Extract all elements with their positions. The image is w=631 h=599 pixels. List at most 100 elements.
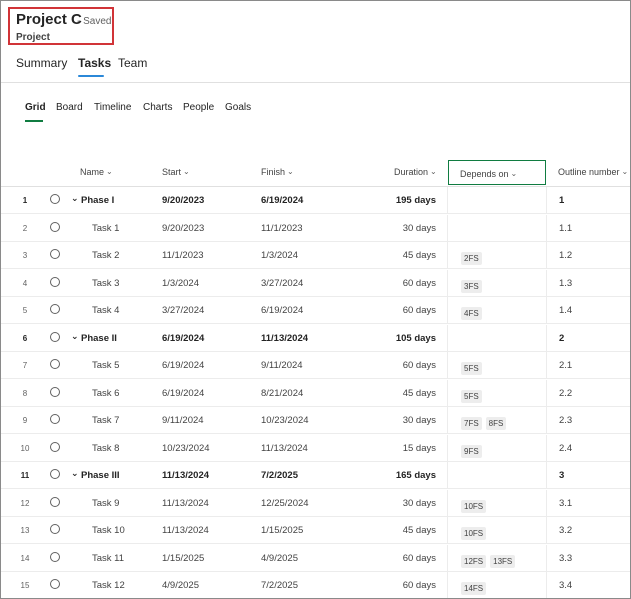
task-row[interactable]: 3 Task 2 11/1/2023 1/3/2024 45 days 2FS 1.2 — [1, 242, 630, 269]
task-duration[interactable]: 30 days — [403, 498, 436, 509]
task-start[interactable]: 9/11/2024 — [162, 415, 204, 426]
depends-on-cell[interactable]: 5FS — [461, 386, 486, 404]
dependency-tag[interactable]: 13FS — [490, 554, 516, 568]
task-start[interactable]: 4/9/2025 — [162, 580, 199, 591]
depends-on-cell[interactable]: 7FS 8FS — [461, 413, 510, 431]
task-finish[interactable]: 11/13/2024 — [261, 333, 308, 344]
depends-on-cell[interactable]: 12FS 13FS — [461, 551, 519, 569]
depends-on-cell[interactable]: 14FS — [461, 578, 490, 596]
task-finish[interactable]: 4/9/2025 — [261, 553, 298, 564]
complete-task-circle-icon[interactable] — [50, 221, 60, 232]
task-start[interactable]: 3/27/2024 — [162, 305, 204, 316]
dependency-tag[interactable]: 2FS — [461, 252, 482, 265]
complete-task-circle-icon[interactable] — [50, 249, 60, 259]
task-row[interactable]: 8 Task 6 6/19/2024 8/21/2024 45 days 5FS 2.2 — [1, 379, 630, 407]
task-duration[interactable]: 60 days — [403, 360, 436, 371]
tab-summary[interactable]: Summary — [16, 56, 67, 70]
task-name[interactable]: Task 11 — [92, 553, 124, 564]
task-start[interactable]: 11/13/2024 — [162, 498, 209, 509]
task-finish[interactable]: 12/25/2024 — [261, 498, 309, 509]
view-tab-timeline[interactable]: Timeline — [94, 102, 131, 113]
task-finish[interactable]: 7/2/2025 — [261, 470, 298, 481]
dependency-tag[interactable]: 10FS — [461, 527, 487, 540]
task-start[interactable]: 10/23/2024 — [162, 443, 210, 454]
view-tab-grid[interactable]: Grid — [25, 102, 46, 113]
task-row[interactable]: 7 Task 5 6/19/2024 9/11/2024 60 days 5FS 2.1 — [1, 352, 630, 379]
column-header-finish[interactable]: Finish ⌄ — [261, 167, 294, 177]
task-name[interactable]: Phase I — [81, 195, 114, 206]
depends-on-cell[interactable]: 10FS — [461, 523, 490, 541]
task-duration[interactable]: 45 days — [403, 388, 436, 399]
complete-task-circle-icon[interactable] — [50, 469, 60, 479]
column-header-outline-number[interactable]: Outline number ⌄ — [558, 167, 628, 177]
task-row[interactable]: 15 Task 12 4/9/2025 7/2/2025 60 days 14FS 3.4 — [1, 572, 630, 598]
complete-task-circle-icon[interactable] — [50, 414, 60, 424]
collapse-chevron-icon[interactable]: ⌄ — [71, 331, 79, 342]
complete-task-circle-icon[interactable] — [50, 551, 60, 562]
task-name[interactable]: Task 2 — [92, 250, 119, 261]
depends-on-cell[interactable]: 2FS — [461, 248, 486, 266]
depends-on-cell[interactable]: 9FS — [461, 441, 486, 459]
view-tab-charts[interactable]: Charts — [143, 102, 172, 113]
task-finish[interactable]: 6/19/2024 — [261, 195, 303, 206]
task-finish[interactable]: 1/3/2024 — [261, 250, 298, 261]
task-duration[interactable]: 15 days — [403, 443, 436, 454]
task-duration[interactable]: 60 days — [403, 278, 436, 289]
dependency-tag[interactable]: 4FS — [461, 307, 482, 320]
task-duration[interactable]: 165 days — [396, 470, 436, 481]
task-finish[interactable]: 10/23/2024 — [261, 415, 309, 426]
task-name[interactable]: Task 3 — [92, 278, 119, 289]
task-finish[interactable]: 6/19/2024 — [261, 305, 303, 316]
collapse-chevron-icon[interactable]: ⌄ — [71, 468, 79, 479]
task-name[interactable]: Task 1 — [92, 223, 119, 234]
task-name[interactable]: Task 8 — [92, 443, 119, 454]
dependency-tag[interactable]: 12FS — [461, 554, 487, 568]
task-start[interactable]: 11/13/2024 — [162, 470, 209, 481]
task-name[interactable]: Task 7 — [92, 415, 119, 426]
task-finish[interactable]: 7/2/2025 — [261, 580, 298, 591]
dependency-tag[interactable]: 5FS — [461, 389, 482, 403]
complete-task-circle-icon[interactable] — [50, 304, 60, 314]
task-finish[interactable]: 11/1/2023 — [261, 223, 303, 234]
task-row[interactable]: 9 Task 7 9/11/2024 10/23/2024 30 days 7FS 8FS 2… — [1, 407, 630, 434]
task-row[interactable]: 13 Task 10 11/13/2024 1/15/2025 45 days 10FS 3… — [1, 517, 630, 544]
tab-team[interactable]: Team — [118, 56, 147, 70]
task-duration[interactable]: 45 days — [403, 525, 436, 536]
complete-task-circle-icon[interactable] — [50, 441, 60, 452]
task-finish[interactable]: 8/21/2024 — [261, 388, 303, 399]
depends-on-cell[interactable]: 10FS — [461, 496, 490, 514]
view-tab-board[interactable]: Board — [56, 102, 83, 113]
task-duration[interactable]: 30 days — [403, 415, 436, 426]
complete-task-circle-icon[interactable] — [50, 194, 60, 204]
collapse-chevron-icon[interactable]: ⌄ — [71, 193, 79, 204]
column-header-start[interactable]: Start ⌄ — [162, 167, 190, 177]
task-row[interactable]: 14 Task 11 1/15/2025 4/9/2025 60 days 12FS 13F… — [1, 544, 630, 572]
task-name[interactable]: Task 9 — [92, 498, 119, 509]
task-duration[interactable]: 45 days — [403, 250, 436, 261]
complete-task-circle-icon[interactable] — [50, 496, 60, 507]
summary-task-row[interactable]: 6 ⌄ Phase II 6/19/2024 11/13/2024 105 days 2 — [1, 324, 630, 352]
task-name[interactable]: Phase III — [81, 470, 120, 481]
task-name[interactable]: Task 12 — [92, 580, 125, 591]
task-start[interactable]: 6/19/2024 — [162, 388, 204, 399]
task-start[interactable]: 11/13/2024 — [162, 525, 209, 536]
dependency-tag[interactable]: 14FS — [461, 582, 487, 595]
task-duration[interactable]: 60 days — [403, 305, 436, 316]
task-row[interactable]: 12 Task 9 11/13/2024 12/25/2024 30 days 10FS 3… — [1, 489, 630, 517]
tab-tasks[interactable]: Tasks — [78, 56, 111, 70]
task-name[interactable]: Task 5 — [92, 360, 119, 371]
dependency-tag[interactable]: 10FS — [461, 499, 487, 513]
task-finish[interactable]: 1/15/2025 — [261, 525, 303, 536]
depends-on-cell[interactable]: 3FS — [461, 276, 486, 294]
task-start[interactable]: 9/20/2023 — [162, 223, 204, 234]
view-tab-people[interactable]: People — [183, 102, 214, 113]
task-duration[interactable]: 195 days — [396, 195, 436, 206]
column-header-depends-on[interactable]: Depends on ⌄ — [460, 169, 517, 179]
dependency-tag[interactable]: 5FS — [461, 362, 482, 375]
task-row[interactable]: 4 Task 3 1/3/2024 3/27/2024 60 days 3FS 1.3 — [1, 269, 630, 297]
task-finish[interactable]: 11/13/2024 — [261, 443, 308, 454]
task-duration[interactable]: 60 days — [403, 580, 436, 591]
dependency-tag[interactable]: 3FS — [461, 279, 482, 293]
task-row[interactable]: 5 Task 4 3/27/2024 6/19/2024 60 days 4FS 1.4 — [1, 297, 630, 324]
complete-task-circle-icon[interactable] — [50, 579, 60, 589]
